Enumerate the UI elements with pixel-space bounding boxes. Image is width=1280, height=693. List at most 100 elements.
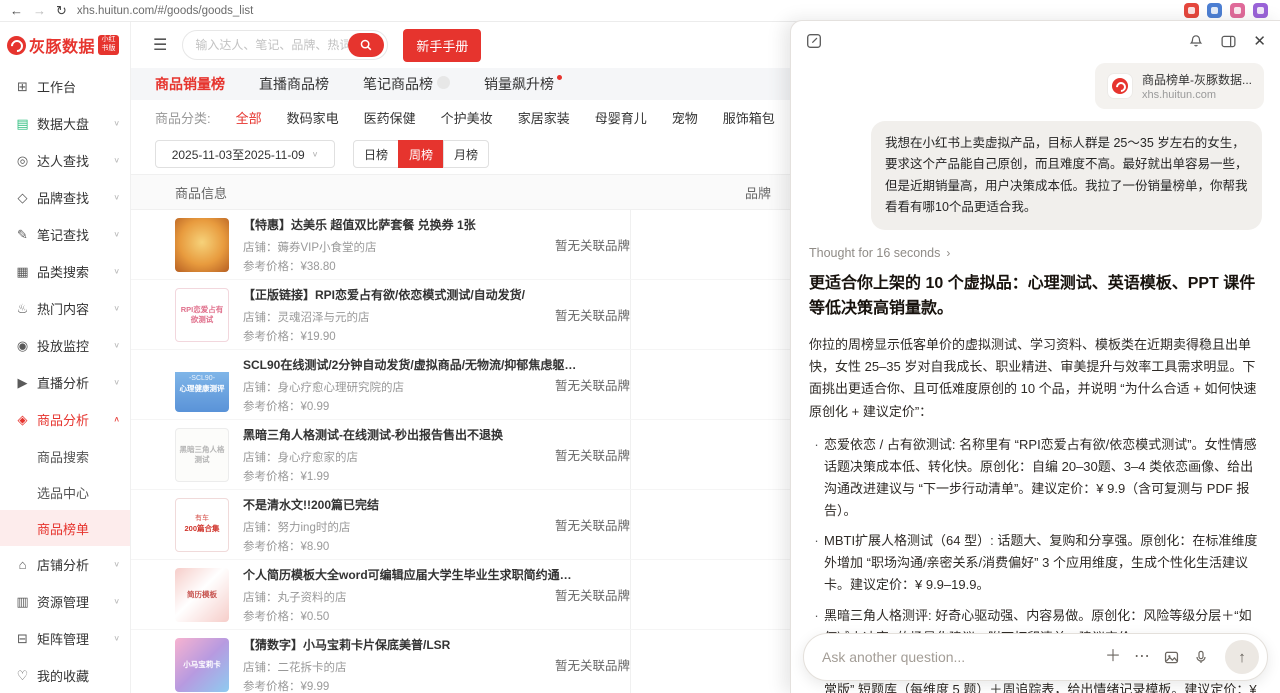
sidebar-item-live-analysis[interactable]: ▶ 直播分析 ∨ bbox=[0, 364, 130, 401]
attach-plus-icon[interactable]: ＋ bbox=[1105, 649, 1121, 665]
product-thumbnail: RPI恋爱占有欲测试 bbox=[175, 288, 229, 342]
category-pets[interactable]: 宠物 bbox=[672, 108, 698, 127]
influencer-icon: ◎ bbox=[14, 153, 31, 169]
sidebar-item-product-ranking[interactable]: 商品榜单 bbox=[0, 510, 130, 546]
tab-product-sales-ranking[interactable]: 商品销量榜 bbox=[155, 74, 225, 94]
sidebar-toggle-icon[interactable] bbox=[1220, 33, 1237, 50]
close-icon[interactable]: ✕ bbox=[1253, 32, 1266, 50]
chevron-down-icon: ∨ bbox=[113, 597, 120, 606]
browser-extension-icon[interactable] bbox=[1184, 3, 1199, 18]
category-health[interactable]: 医药保健 bbox=[364, 108, 416, 127]
sidebar-item-matrix-management[interactable]: ⊟ 矩阵管理 ∨ bbox=[0, 620, 130, 657]
product-title[interactable]: SCL90在线测试/2分钟自动发货/虚拟商品/无物流/抑郁焦虑躯体化 bbox=[243, 356, 581, 373]
product-price: 参考价格：¥9.99 bbox=[243, 678, 583, 693]
product-price: 参考价格：¥19.90 bbox=[243, 328, 583, 344]
category-icon: ▦ bbox=[14, 264, 31, 280]
sidebar-item-workbench[interactable]: ⊞ 工作台 bbox=[0, 68, 130, 105]
daily-ranking-button[interactable]: 日榜 bbox=[353, 140, 399, 168]
sidebar-item-shop-analysis[interactable]: ⌂ 店铺分析 ∨ bbox=[0, 546, 130, 583]
tab-live-product-ranking[interactable]: 直播商品榜 bbox=[259, 74, 329, 94]
chevron-down-icon: ∨ bbox=[113, 193, 120, 202]
column-product-info: 商品信息 bbox=[131, 183, 227, 202]
new-chat-icon[interactable] bbox=[805, 32, 823, 50]
source-favicon bbox=[1107, 73, 1133, 99]
bell-icon[interactable] bbox=[1188, 33, 1204, 49]
address-bar[interactable]: xhs.huitun.com/#/goods/goods_list bbox=[77, 5, 253, 17]
product-info: 个人简历模板大全word可编辑应届大学生毕业生求职简约通用高端 店铺：丸子资料的… bbox=[243, 566, 583, 624]
note-icon: ✎ bbox=[14, 227, 31, 243]
ai-assistant-panel: ✕ 商品榜单-灰豚数据... xhs.huitun.com 我想在小红书上卖虚拟… bbox=[790, 20, 1280, 693]
browser-extension-icon[interactable] bbox=[1230, 3, 1245, 18]
collapse-sidebar-icon[interactable]: ☰ bbox=[153, 35, 167, 55]
date-range-picker[interactable]: 2025-11-03至2025-11-09 ∨ bbox=[155, 140, 335, 168]
brand-cell: 暂无关联品牌 bbox=[555, 445, 630, 464]
product-thumbnail: 黑暗三角人格测试 bbox=[175, 428, 229, 482]
browser-extension-icon[interactable] bbox=[1253, 3, 1268, 18]
product-title[interactable]: 黑暗三角人格测试-在线测试-秒出报告售出不退换 bbox=[243, 426, 581, 443]
sidebar-item-ad-monitor[interactable]: ◉ 投放监控 ∨ bbox=[0, 327, 130, 364]
product-shop: 店铺：身心疗愈心理研究院的店 bbox=[243, 379, 583, 395]
thought-toggle[interactable]: Thought for 16 seconds › bbox=[809, 246, 1262, 260]
sidebar-item-category-search[interactable]: ▦ 品类搜索 ∨ bbox=[0, 253, 130, 290]
brand-cell: 暂无关联品牌 bbox=[555, 515, 630, 534]
tab-note-product-ranking[interactable]: 笔记商品榜 bbox=[363, 74, 450, 94]
monthly-ranking-button[interactable]: 月榜 bbox=[443, 140, 489, 168]
sidebar-item-brand-search[interactable]: ◇ 品牌查找 ∨ bbox=[0, 179, 130, 216]
workbench-icon: ⊞ bbox=[14, 79, 31, 95]
sidebar-item-hot-content[interactable]: ♨ 热门内容 ∨ bbox=[0, 290, 130, 327]
product-title[interactable]: 【特惠】达美乐 超值双比萨套餐 兑换券 1张 bbox=[243, 216, 581, 233]
tab-sales-surge-ranking[interactable]: 销量飙升榜 bbox=[484, 74, 562, 94]
microphone-icon[interactable] bbox=[1193, 649, 1209, 665]
chevron-down-icon: ∨ bbox=[113, 634, 120, 643]
sidebar-item-selection-center[interactable]: 选品中心 bbox=[0, 474, 130, 510]
app-logo[interactable]: 灰豚数据 小红书版 bbox=[0, 22, 130, 68]
search-input[interactable] bbox=[195, 38, 348, 52]
search-button[interactable] bbox=[348, 33, 384, 57]
sidebar-item-note-search[interactable]: ✎ 笔记查找 ∨ bbox=[0, 216, 130, 253]
chevron-down-icon: ∨ bbox=[113, 560, 120, 569]
chevron-up-icon: ∧ bbox=[113, 415, 120, 424]
weekly-ranking-button[interactable]: 周榜 bbox=[398, 140, 444, 168]
sidebar-item-product-search[interactable]: 商品搜索 bbox=[0, 438, 130, 474]
ask-input-bar: ＋ ⋯ ↑ bbox=[803, 633, 1268, 681]
conversation-area[interactable]: 我想在小红书上卖虚拟产品，目标人群是 25～35 岁左右的女生，要求这个产品能自… bbox=[791, 109, 1280, 693]
category-filter-label: 商品分类: bbox=[155, 108, 211, 127]
more-options-icon[interactable]: ⋯ bbox=[1134, 649, 1150, 665]
reload-icon[interactable]: ↻ bbox=[56, 4, 67, 17]
chevron-right-icon: › bbox=[946, 246, 950, 260]
source-page-chip[interactable]: 商品榜单-灰豚数据... xhs.huitun.com bbox=[1095, 63, 1264, 109]
answer-intro: 你拉的周榜显示低客单价的虚拟测试、学习资料、模板类在近期卖得稳且出单快，女性 2… bbox=[809, 334, 1262, 423]
category-home[interactable]: 家居家装 bbox=[518, 108, 570, 127]
category-apparel[interactable]: 服饰箱包 bbox=[723, 108, 775, 127]
sidebar-item-my-favorites[interactable]: ♡ 我的收藏 bbox=[0, 657, 130, 693]
back-icon[interactable]: ← bbox=[10, 4, 23, 17]
category-beauty[interactable]: 个护美妆 bbox=[441, 108, 493, 127]
beginner-guide-button[interactable]: 新手手册 bbox=[403, 29, 481, 62]
product-price: 参考价格：¥0.50 bbox=[243, 608, 583, 624]
category-mother-baby[interactable]: 母婴育儿 bbox=[595, 108, 647, 127]
brand-cell: 暂无关联品牌 bbox=[555, 375, 630, 394]
product-thumbnail: 小马宝莉卡 bbox=[175, 638, 229, 692]
list-item: · 恋爱依恋 / 占有欲测试: 名称里有 “RPI恋爱占有欲/依恋模式测试”。女… bbox=[809, 434, 1262, 521]
browser-extension-icon[interactable] bbox=[1207, 3, 1222, 18]
user-message: 我想在小红书上卖虚拟产品，目标人群是 25～35 岁左右的女生，要求这个产品能自… bbox=[871, 121, 1262, 230]
product-price: 参考价格：¥1.99 bbox=[243, 468, 583, 484]
brand-cell: 暂无关联品牌 bbox=[555, 235, 630, 254]
screenshot-icon[interactable] bbox=[1163, 649, 1180, 666]
category-all[interactable]: 全部 bbox=[236, 108, 262, 127]
product-title[interactable]: 不是清水文!!200篇已完结 bbox=[243, 496, 581, 513]
send-button[interactable]: ↑ bbox=[1225, 640, 1259, 674]
period-segmented-control: 日榜 周榜 月榜 bbox=[353, 140, 489, 168]
forward-icon[interactable]: → bbox=[33, 4, 46, 17]
sidebar-item-product-analysis[interactable]: ◈ 商品分析 ∧ bbox=[0, 401, 130, 438]
category-digital[interactable]: 数码家电 bbox=[287, 108, 339, 127]
product-title[interactable]: 个人简历模板大全word可编辑应届大学生毕业生求职简约通用高端 bbox=[243, 566, 581, 583]
product-title[interactable]: 【正版链接】RPI恋爱占有欲/依恋模式测试/自动发货/ bbox=[243, 286, 581, 303]
product-info: 黑暗三角人格测试-在线测试-秒出报告售出不退换 店铺：身心疗愈家的店 参考价格：… bbox=[243, 426, 583, 484]
sidebar-item-resource-management[interactable]: ▥ 资源管理 ∨ bbox=[0, 583, 130, 620]
ask-input[interactable] bbox=[822, 649, 1105, 665]
info-badge-icon bbox=[437, 76, 450, 89]
sidebar-item-data-dashboard[interactable]: ▤ 数据大盘 ∨ bbox=[0, 105, 130, 142]
product-title[interactable]: 【猜数字】小马宝莉卡片保底美普/LSR bbox=[243, 636, 581, 653]
sidebar-item-influencer-search[interactable]: ◎ 达人查找 ∨ bbox=[0, 142, 130, 179]
